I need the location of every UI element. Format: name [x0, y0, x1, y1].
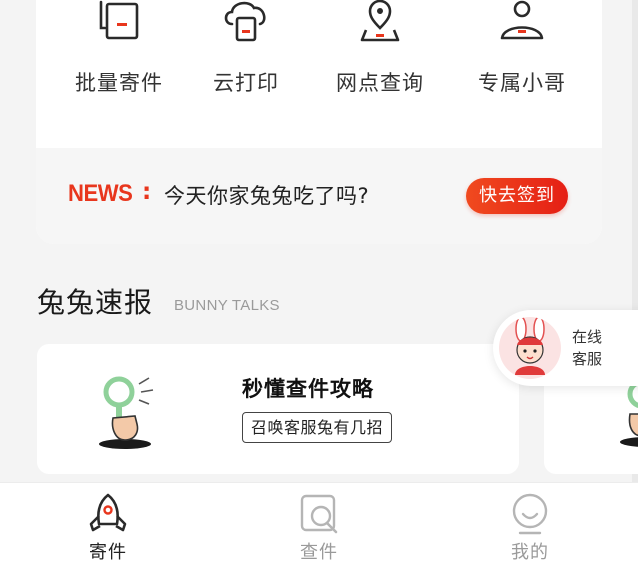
news-bar: NEWS : 今天你家兔兔吃了吗? 快去签到 — [36, 148, 602, 244]
tab-profile[interactable]: 我的 — [470, 483, 590, 561]
tab-label: 我的 — [511, 542, 549, 561]
quick-action-outlet-search[interactable]: 网点查询 — [310, 0, 450, 120]
tab-label: 查件 — [300, 542, 338, 561]
bottom-tab-bar: 寄件 查件 我的 — [0, 482, 638, 561]
news-colon: : — [142, 179, 152, 205]
quick-action-batch-send[interactable]: 批量寄件 — [49, 0, 189, 120]
bunny-mascot-avatar — [499, 317, 561, 379]
courier-person-icon — [500, 0, 544, 40]
smiley-face-icon — [512, 493, 548, 535]
quick-action-label: 批量寄件 — [75, 71, 163, 95]
quick-action-cloud-print[interactable]: 云打印 — [176, 0, 316, 120]
search-package-icon — [300, 494, 338, 534]
app-page: 批量寄件 云打印 网点查询 专属小哥 NEWS: 今天你家兔兔吃了吗? 快去签… — [0, 0, 638, 561]
tab-track[interactable]: 查件 — [259, 483, 379, 561]
quick-action-label: 云打印 — [213, 71, 279, 95]
quick-action-label: 网点查询 — [336, 71, 424, 95]
batch-send-icon — [99, 0, 139, 40]
news-text: 今天你家兔兔吃了吗? — [164, 184, 370, 208]
online-customer-service[interactable]: 在线 客服 — [493, 310, 638, 386]
cloud-print-icon — [224, 1, 266, 42]
cs-line-1: 在线 — [572, 328, 603, 346]
quick-actions-grid: 批量寄件 云打印 网点查询 专属小哥 — [36, 0, 602, 148]
location-pin-icon — [360, 0, 400, 42]
news-tag: NEWS — [68, 180, 133, 207]
section-subtitle: BUNNY TALKS — [174, 297, 280, 314]
rocket-icon — [89, 493, 127, 532]
cs-line-2: 客服 — [572, 350, 603, 368]
article-card[interactable]: 秒懂查件攻略 召唤客服兔有几招 — [37, 344, 519, 474]
tab-label: 寄件 — [89, 542, 127, 561]
tab-send[interactable]: 寄件 — [48, 483, 168, 561]
article-title: 秒懂查件攻略 — [242, 377, 374, 401]
check-in-button[interactable]: 快去签到 — [466, 178, 568, 214]
article-tag: 召唤客服兔有几招 — [242, 412, 393, 443]
quick-action-label: 专属小哥 — [478, 71, 566, 95]
section-title: 兔兔速报 — [37, 286, 154, 319]
quick-action-dedicated-courier[interactable]: 专属小哥 — [452, 0, 592, 120]
services-card: 批量寄件 云打印 网点查询 专属小哥 NEWS: 今天你家兔兔吃了吗? 快去签… — [36, 0, 602, 244]
customer-service-label: 在线 客服 — [572, 326, 612, 370]
magnifier-hand-icon — [99, 376, 154, 449]
